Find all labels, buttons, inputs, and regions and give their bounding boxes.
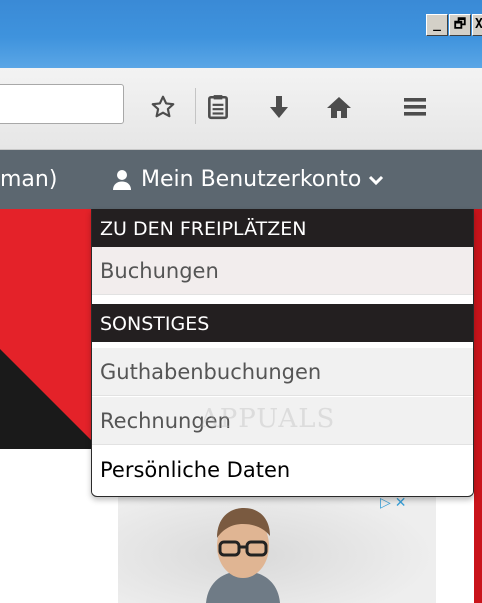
watermark: APPUALS xyxy=(200,404,336,434)
ad-choices-icon[interactable]: ▷ xyxy=(380,496,391,510)
address-bar[interactable] xyxy=(0,84,124,124)
banner-right-edge xyxy=(474,209,482,603)
ad-person-image xyxy=(206,508,280,603)
account-menu-toggle[interactable]: Mein Benutzerkonto xyxy=(112,150,384,209)
account-dropdown: ZU DEN FREIPLÄTZEN Buchungen SONSTIGES G… xyxy=(91,209,474,497)
window-titlebar: _ 🗗 X xyxy=(0,0,482,68)
dropdown-section-header-freiplaetze: ZU DEN FREIPLÄTZEN xyxy=(92,209,473,247)
restore-button[interactable]: 🗗 xyxy=(449,14,471,36)
site-navbar: man) Mein Benutzerkonto xyxy=(0,150,482,209)
dropdown-section-header-sonstiges: SONSTIGES xyxy=(92,304,473,342)
browser-toolbar xyxy=(0,68,482,150)
menu-icon[interactable] xyxy=(400,92,430,122)
chevron-down-icon xyxy=(368,174,384,186)
menu-item-persoenliche-daten[interactable]: Persönliche Daten xyxy=(92,446,473,494)
reading-list-icon[interactable] xyxy=(203,92,233,122)
menu-item-guthabenbuchungen[interactable]: Guthabenbuchungen xyxy=(92,348,473,396)
ad-close-icon[interactable]: ✕ xyxy=(395,496,407,510)
minimize-button[interactable]: _ xyxy=(426,14,448,36)
close-button[interactable]: X xyxy=(472,14,482,36)
nav-item-previous[interactable]: man) xyxy=(0,150,57,209)
advertisement[interactable]: ▷ ✕ xyxy=(118,484,436,603)
menu-item-buchungen[interactable]: Buchungen xyxy=(92,247,473,295)
download-icon[interactable] xyxy=(264,92,294,122)
banner-dark-wedge xyxy=(0,349,100,449)
account-menu-label: Mein Benutzerkonto xyxy=(141,167,362,192)
star-icon[interactable] xyxy=(148,92,178,122)
user-icon xyxy=(112,169,132,191)
home-icon[interactable] xyxy=(324,92,354,122)
toolbar-separator xyxy=(195,88,196,124)
ad-badge: ▷ ✕ xyxy=(380,496,407,510)
